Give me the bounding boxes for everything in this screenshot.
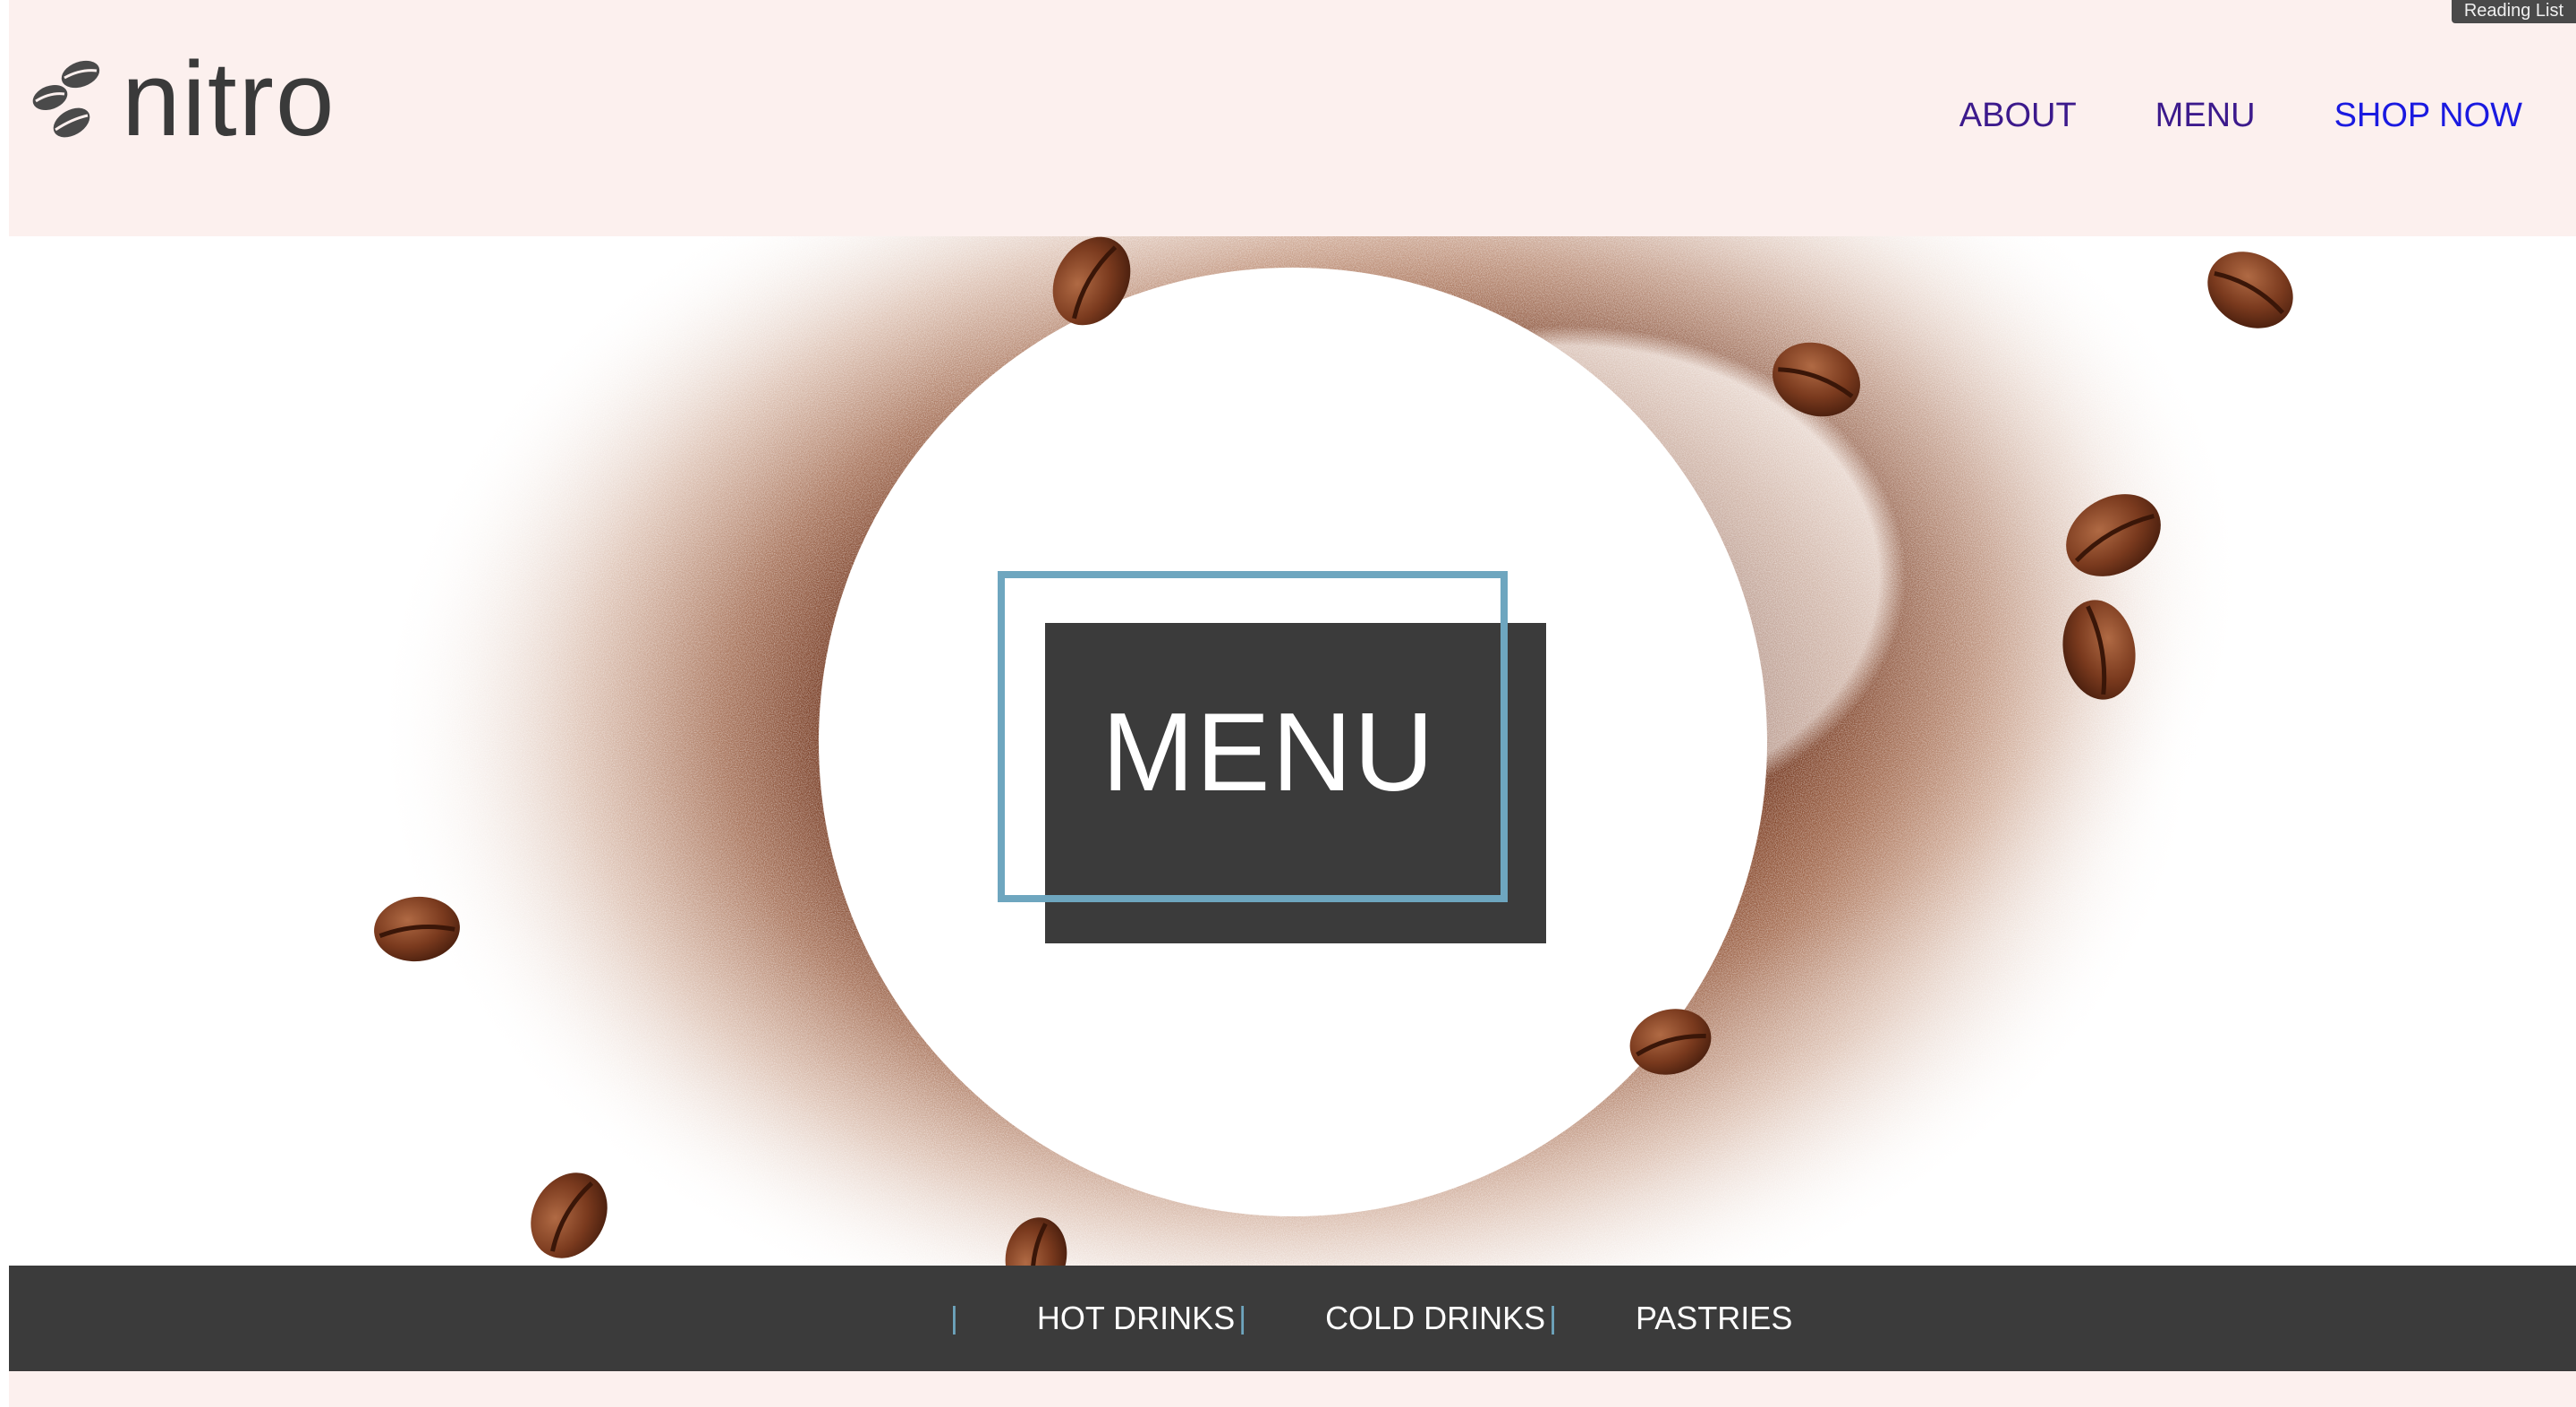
category-separator: | bbox=[1238, 1300, 1247, 1335]
main-nav: ABOUT MENU SHOP NOW bbox=[1960, 97, 2522, 135]
left-strip bbox=[0, 0, 9, 1407]
category-cold-drinks-link[interactable]: COLD DRINKS bbox=[1325, 1300, 1545, 1337]
hero-banner: MENU bbox=[9, 236, 2576, 1266]
category-hot-drinks-link[interactable]: HOT DRINKS bbox=[1037, 1300, 1235, 1337]
category-pastries-link[interactable]: PASTRIES bbox=[1636, 1300, 1792, 1337]
nav-shop-now-link[interactable]: SHOP NOW bbox=[2334, 97, 2522, 135]
category-separator: | bbox=[950, 1300, 958, 1335]
footer-strip bbox=[9, 1371, 2576, 1407]
category-bar: | HOT DRINKS | COLD DRINKS | PASTRIES bbox=[9, 1266, 2576, 1371]
logo-text: nitro bbox=[122, 40, 336, 158]
coffee-beans-icon bbox=[32, 60, 100, 138]
category-list: | HOT DRINKS | COLD DRINKS | PASTRIES bbox=[950, 1266, 1792, 1371]
reading-list-button[interactable]: Reading List bbox=[2451, 0, 2576, 23]
category-separator: | bbox=[1549, 1300, 1557, 1335]
site-header: nitro ABOUT MENU SHOP NOW bbox=[9, 0, 2576, 236]
logo[interactable]: nitro bbox=[29, 47, 336, 152]
page-title: MENU bbox=[1101, 691, 1436, 814]
page: Reading List nitro ABOUT MENU SHOP NOW M… bbox=[0, 0, 2576, 1407]
nav-menu-link[interactable]: MENU bbox=[2155, 97, 2256, 135]
nav-about-link[interactable]: ABOUT bbox=[1960, 97, 2077, 135]
